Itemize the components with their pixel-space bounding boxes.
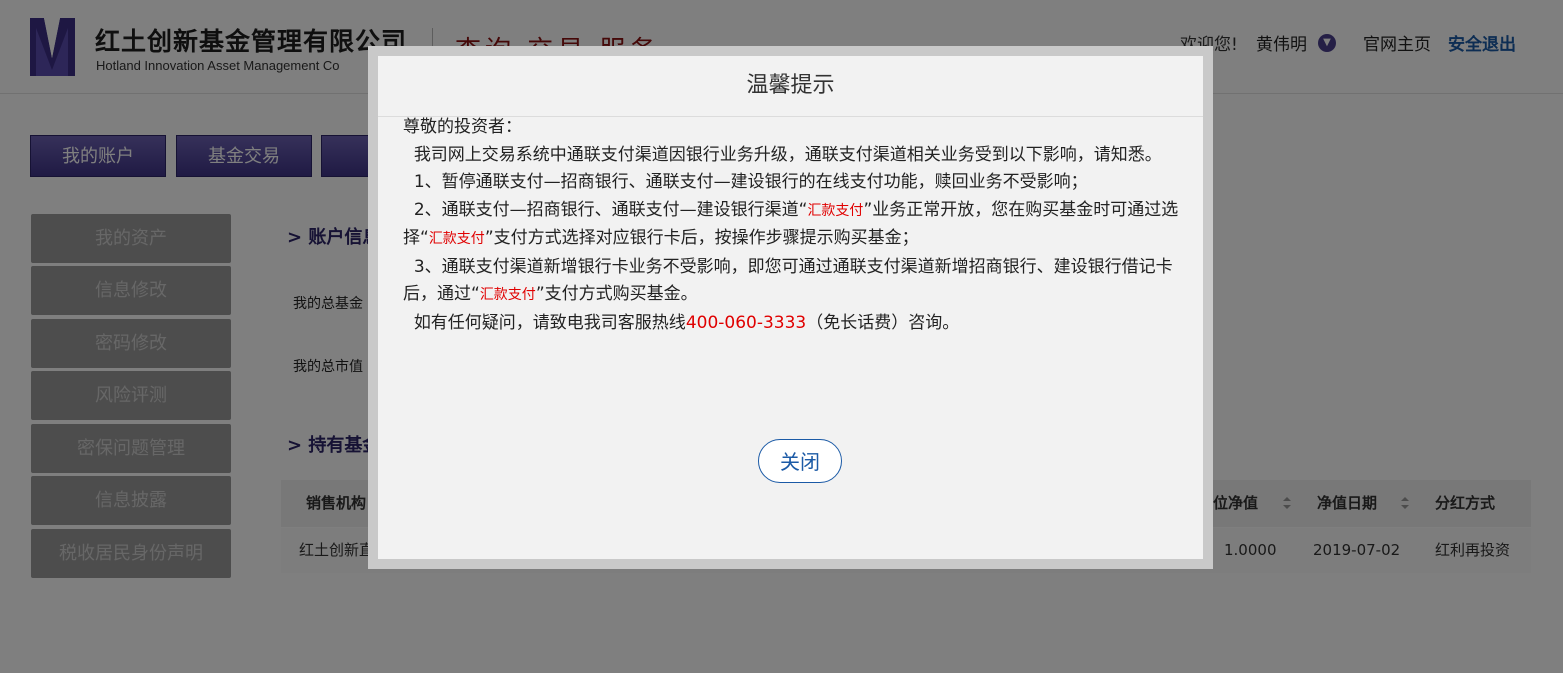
notice-paragraph-3: 2、通联支付—招商银行、通联支付—建设银行渠道“汇款支付”业务正常开放，您在购买… bbox=[403, 197, 1183, 254]
notice-text: 2、通联支付—招商银行、通联支付—建设银行渠道“ bbox=[403, 199, 808, 220]
notice-text: （免长话费）咨询。 bbox=[806, 312, 960, 333]
close-button[interactable]: 关闭 bbox=[758, 439, 842, 483]
notice-paragraph-5: 如有任何疑问，请致电我司客服热线400-060-3333（免长话费）咨询。 bbox=[403, 310, 1183, 338]
notice-greeting: 尊敬的投资者： bbox=[403, 117, 522, 137]
notice-text: ”支付方式选择对应银行卡后，按操作步骤提示购买基金； bbox=[484, 228, 919, 248]
remittance-highlight: 汇款支付 bbox=[428, 231, 485, 247]
hotline-number: 400-060-3333 bbox=[685, 312, 807, 333]
modal-title: 温馨提示 bbox=[378, 56, 1203, 117]
notice-paragraph-1: 我司网上交易系统中通联支付渠道因银行业务升级，通联支付渠道相关业务受到以下影响，… bbox=[403, 144, 1162, 165]
modal-body: 尊敬的投资者： 我司网上交易系统中通联支付渠道因银行业务升级，通联支付渠道相关业… bbox=[403, 117, 1183, 338]
notice-paragraph-2: 1、暂停通联支付—招商银行、通联支付—建设银行的在线支付功能，赎回业务不受影响； bbox=[403, 172, 1088, 192]
remittance-highlight: 汇款支付 bbox=[479, 287, 536, 303]
notice-text: ”支付方式购买基金。 bbox=[535, 284, 698, 304]
remittance-highlight: 汇款支付 bbox=[807, 202, 864, 219]
modal-frame: 温馨提示 尊敬的投资者： 我司网上交易系统中通联支付渠道因银行业务升级，通联支付… bbox=[368, 46, 1213, 569]
notice-paragraph-4: 3、通联支付渠道新增银行卡业务不受影响，即您可通过通联支付渠道新增招商银行、建设… bbox=[403, 254, 1183, 310]
notice-text: 如有任何疑问，请致电我司客服热线 bbox=[403, 312, 686, 333]
notice-modal: 温馨提示 尊敬的投资者： 我司网上交易系统中通联支付渠道因银行业务升级，通联支付… bbox=[378, 56, 1203, 559]
